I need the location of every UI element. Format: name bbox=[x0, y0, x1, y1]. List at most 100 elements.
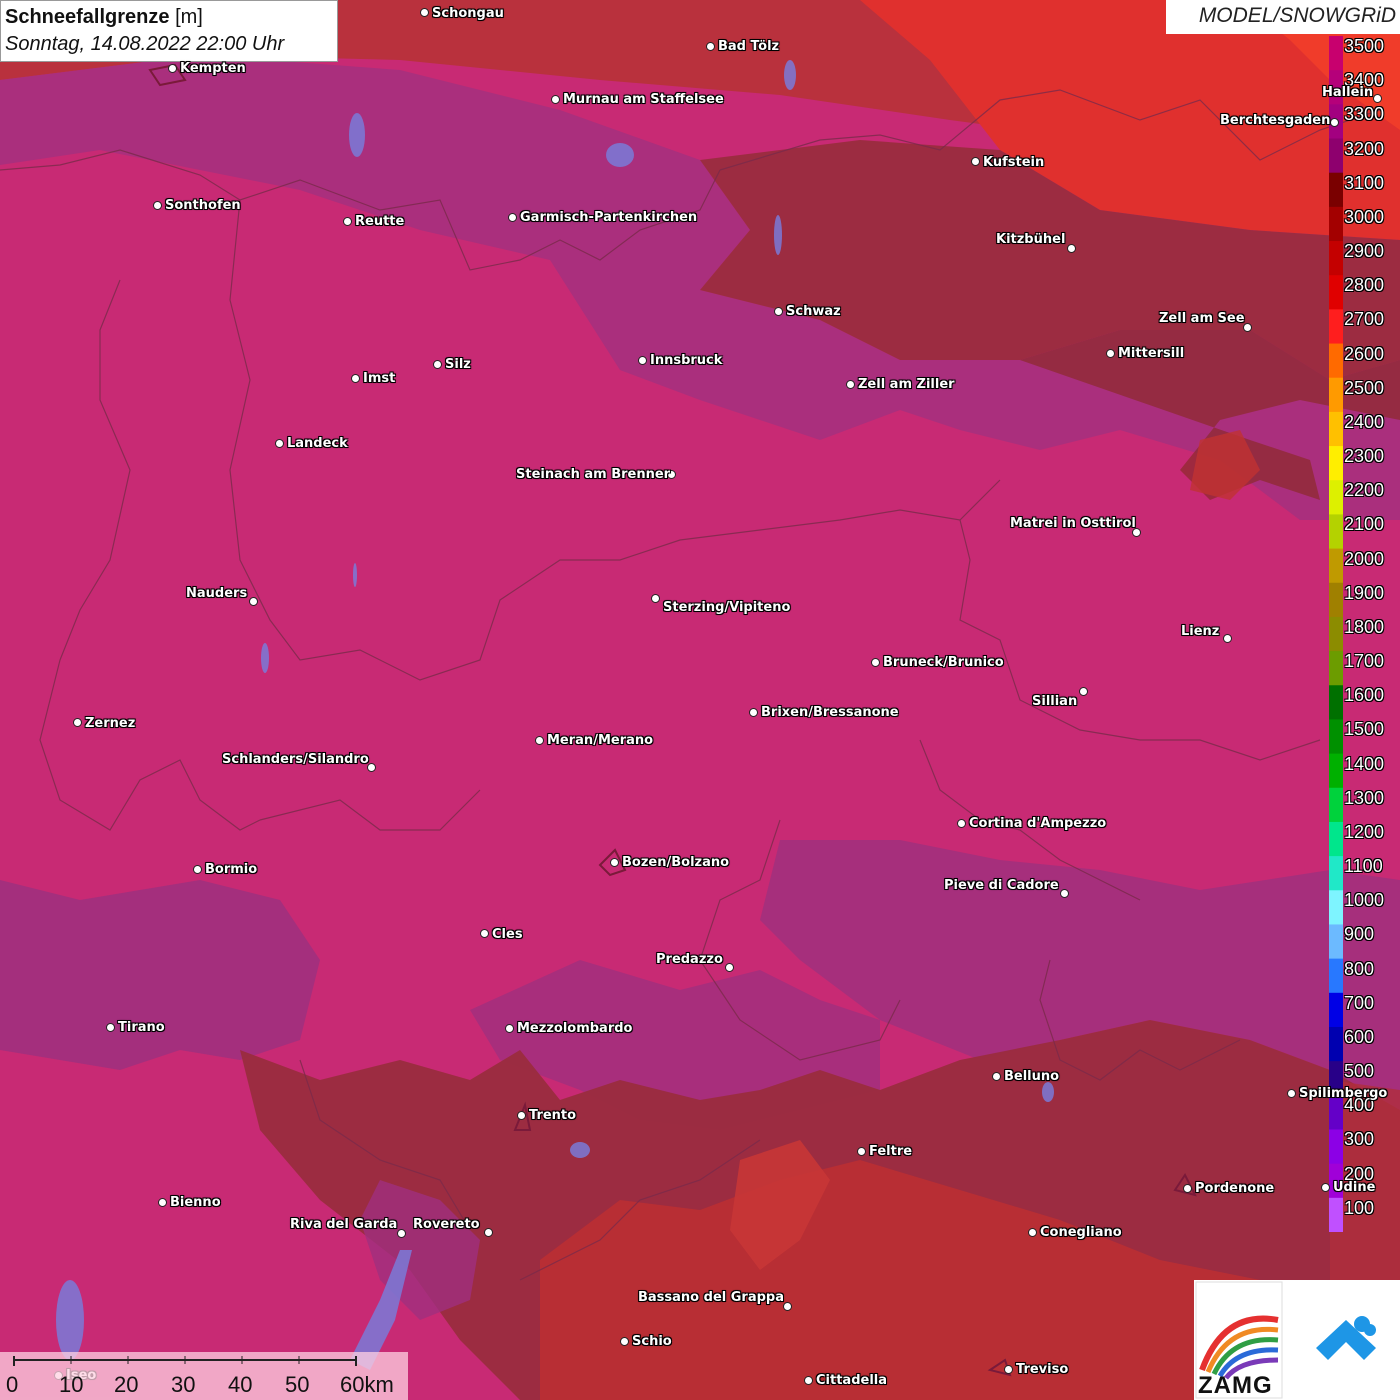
city-label: Pieve di Cadore bbox=[944, 878, 1059, 893]
city-label: Bozen/Bolzano bbox=[622, 855, 730, 870]
legend-colorbar bbox=[1329, 36, 1343, 1232]
legend-label: 3500 bbox=[1344, 36, 1385, 56]
legend-swatch bbox=[1329, 411, 1343, 447]
city-marker[interactable] bbox=[620, 1337, 629, 1346]
city-marker[interactable] bbox=[957, 819, 966, 828]
city-marker[interactable] bbox=[484, 1228, 493, 1237]
legend-swatch bbox=[1329, 275, 1343, 310]
city-marker[interactable] bbox=[971, 157, 980, 166]
city-marker[interactable] bbox=[1287, 1089, 1296, 1098]
city-marker[interactable] bbox=[480, 929, 489, 938]
city-marker[interactable] bbox=[420, 8, 429, 17]
zamg-wordmark: ZAMG bbox=[1198, 1372, 1273, 1399]
legend-swatch bbox=[1329, 719, 1343, 755]
city-marker[interactable] bbox=[433, 360, 442, 369]
city-label: Udine bbox=[1333, 1180, 1376, 1195]
legend-swatch bbox=[1329, 856, 1343, 891]
legend-label: 2100 bbox=[1344, 514, 1385, 535]
legend-label: 300 bbox=[1344, 1129, 1375, 1150]
map-datetime: Sonntag, 14.08.2022 22:00 Uhr bbox=[5, 33, 285, 55]
city-label: Mittersill bbox=[1118, 346, 1185, 361]
city-marker[interactable] bbox=[193, 865, 202, 874]
legend-swatch bbox=[1329, 377, 1343, 413]
legend-label: 700 bbox=[1344, 992, 1375, 1013]
city-marker[interactable] bbox=[783, 1302, 792, 1311]
scale-label: 30 bbox=[171, 1372, 196, 1397]
city-label: Bruneck/Brunico bbox=[883, 655, 1004, 670]
city-label: Schwaz bbox=[786, 304, 841, 319]
city-label: Predazzo bbox=[656, 952, 723, 967]
city-marker[interactable] bbox=[1223, 634, 1232, 643]
legend-label: 2400 bbox=[1344, 411, 1385, 432]
city-label: Belluno bbox=[1004, 1069, 1060, 1084]
legend-swatch bbox=[1329, 924, 1343, 960]
city-marker[interactable] bbox=[397, 1229, 406, 1238]
city-marker[interactable] bbox=[1004, 1365, 1013, 1374]
city-marker[interactable] bbox=[725, 963, 734, 972]
city-marker[interactable] bbox=[73, 718, 82, 727]
city-label: Hallein bbox=[1322, 85, 1374, 100]
city-label: Bienno bbox=[170, 1195, 221, 1210]
city-marker[interactable] bbox=[1067, 244, 1076, 253]
legend-label: 2900 bbox=[1344, 241, 1385, 262]
legend-label: 600 bbox=[1344, 1026, 1375, 1047]
legend-label: 1400 bbox=[1344, 753, 1385, 774]
legend-swatch bbox=[1329, 343, 1343, 379]
city-label: Cortina d'Ampezzo bbox=[969, 816, 1107, 831]
city-marker[interactable] bbox=[638, 356, 647, 365]
city-marker[interactable] bbox=[610, 858, 619, 867]
city-marker[interactable] bbox=[505, 1024, 514, 1033]
city-marker[interactable] bbox=[846, 380, 855, 389]
legend-label: 1000 bbox=[1344, 890, 1385, 911]
city-marker[interactable] bbox=[706, 42, 715, 51]
city-marker[interactable] bbox=[1060, 889, 1069, 898]
legend-label: 2300 bbox=[1344, 446, 1385, 467]
city-label: Cles bbox=[492, 927, 523, 942]
legend-label: 1500 bbox=[1344, 719, 1385, 740]
city-marker[interactable] bbox=[1079, 687, 1088, 696]
map-title-box: Schneefallgrenze [m] Sonntag, 14.08.2022… bbox=[0, 0, 338, 62]
city-marker[interactable] bbox=[992, 1072, 1001, 1081]
legend-label: 1700 bbox=[1344, 651, 1385, 672]
city-marker[interactable] bbox=[551, 95, 560, 104]
city-marker[interactable] bbox=[1373, 94, 1382, 103]
city-marker[interactable] bbox=[517, 1111, 526, 1120]
city-label: Meran/Merano bbox=[547, 733, 654, 748]
city-marker[interactable] bbox=[1028, 1228, 1037, 1237]
legend-swatch bbox=[1329, 1026, 1343, 1062]
city-marker[interactable] bbox=[1183, 1184, 1192, 1193]
city-marker[interactable] bbox=[168, 64, 177, 73]
city-marker[interactable] bbox=[857, 1147, 866, 1156]
city-label: Landeck bbox=[287, 436, 348, 451]
city-marker[interactable] bbox=[651, 594, 660, 603]
city-marker[interactable] bbox=[351, 374, 360, 383]
city-marker[interactable] bbox=[508, 213, 517, 222]
city-marker[interactable] bbox=[1321, 1183, 1330, 1192]
city-marker[interactable] bbox=[1330, 118, 1339, 127]
city-marker[interactable] bbox=[153, 201, 162, 210]
city-marker[interactable] bbox=[343, 217, 352, 226]
city-marker[interactable] bbox=[804, 1376, 813, 1385]
legend-label: 2700 bbox=[1344, 309, 1385, 330]
city-marker[interactable] bbox=[1106, 349, 1115, 358]
city-marker[interactable] bbox=[871, 658, 880, 667]
scale-label: 50 bbox=[285, 1372, 310, 1397]
city-marker[interactable] bbox=[749, 708, 758, 717]
legend-swatch bbox=[1329, 1197, 1343, 1232]
city-label: Silz bbox=[445, 357, 471, 372]
legend-swatch bbox=[1329, 685, 1343, 720]
city-marker[interactable] bbox=[275, 439, 284, 448]
scale-label: 10 bbox=[59, 1372, 84, 1397]
city-marker[interactable] bbox=[249, 597, 258, 606]
legend-label: 1800 bbox=[1344, 616, 1385, 637]
city-marker[interactable] bbox=[535, 736, 544, 745]
city-marker[interactable] bbox=[158, 1198, 167, 1207]
city-marker[interactable] bbox=[774, 307, 783, 316]
legend-swatch bbox=[1329, 616, 1343, 652]
city-marker[interactable] bbox=[106, 1023, 115, 1032]
city-label: Kufstein bbox=[983, 155, 1045, 170]
legend-swatch bbox=[1329, 446, 1343, 481]
map-title: Schneefallgrenze [m] bbox=[5, 4, 333, 30]
city-label: Matrei in Osttirol bbox=[1010, 516, 1136, 531]
legend-label: 500 bbox=[1344, 1061, 1375, 1082]
